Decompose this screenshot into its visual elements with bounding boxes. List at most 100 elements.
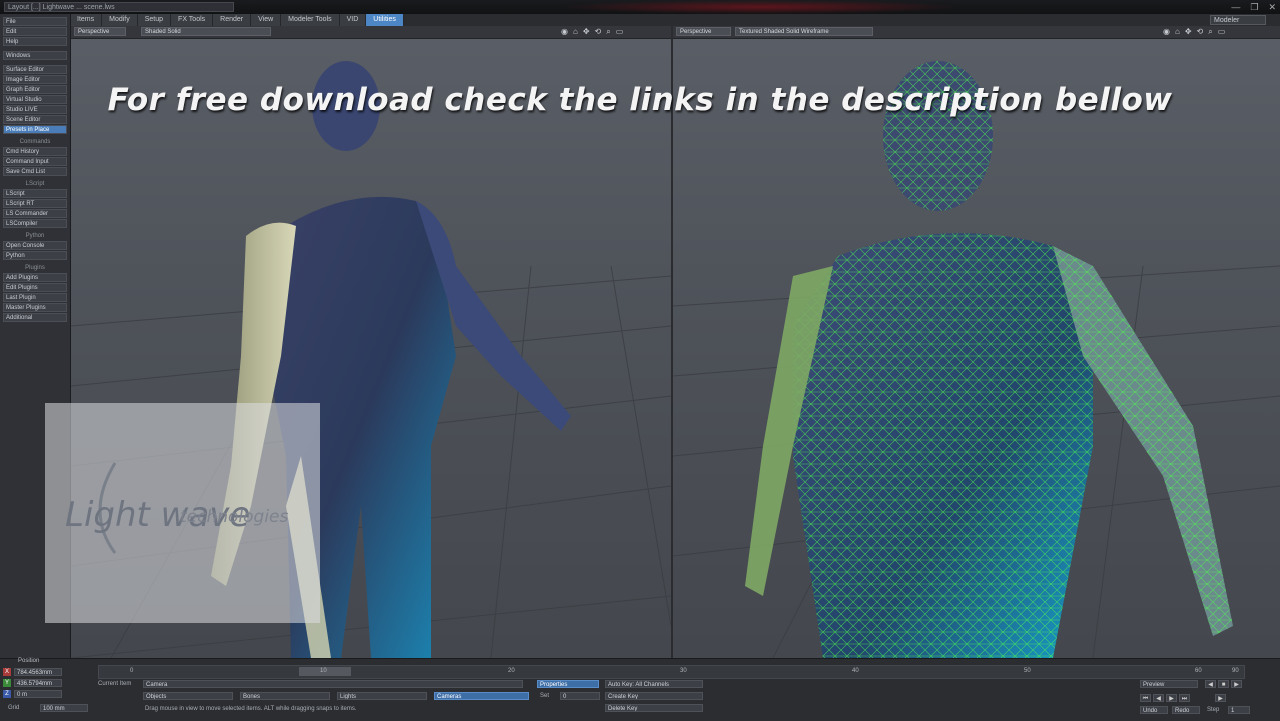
sidebar-item-save-cmd-list[interactable]: Save Cmd List xyxy=(3,167,67,176)
position-label: Position xyxy=(18,658,40,664)
current-item-dropdown[interactable]: Camera xyxy=(143,680,523,688)
tick-label: 50 xyxy=(1024,668,1031,674)
tab-view[interactable]: View xyxy=(251,14,282,26)
sidebar-heading-plugins: Plugins xyxy=(25,265,45,271)
minimize-button[interactable]: — xyxy=(1231,2,1240,13)
render-mode-dropdown[interactable]: Textured Shaded Solid Wireframe xyxy=(735,27,873,36)
render-mode-dropdown[interactable]: Shaded Solid xyxy=(141,27,271,36)
rotate-icon[interactable]: ⟲ xyxy=(595,26,602,38)
maximize-view-icon[interactable]: ▭ xyxy=(616,26,624,38)
sidebar-item-cmd-history[interactable]: Cmd History xyxy=(3,147,67,156)
document-title: Layout [...] Lightwave ... scene.lws xyxy=(4,2,234,12)
sidebar-item-surface-editor[interactable]: Surface Editor xyxy=(3,65,67,74)
preview-dropdown[interactable]: Preview xyxy=(1140,680,1198,688)
sidebar-item-command-input[interactable]: Command Input xyxy=(3,157,67,166)
sidebar-item-master-plugins[interactable]: Master Plugins xyxy=(3,303,67,312)
play-button[interactable]: ▶ xyxy=(1215,694,1226,702)
sidebar-item-presets[interactable]: Presets in Place xyxy=(3,125,67,134)
camera-icon[interactable]: ◉ xyxy=(1163,26,1170,38)
first-frame-button[interactable]: ⏮ xyxy=(1140,694,1151,702)
lights-button[interactable]: Lights xyxy=(337,692,427,700)
timeline-slider[interactable] xyxy=(98,665,1245,679)
tab-modify[interactable]: Modify xyxy=(102,14,138,26)
maximize-button[interactable]: ❐ xyxy=(1250,2,1258,13)
tab-fx-tools[interactable]: FX Tools xyxy=(171,14,214,26)
home-icon[interactable]: ⌂ xyxy=(573,26,578,38)
character-model-wireframe[interactable] xyxy=(673,26,1280,658)
objects-button[interactable]: Objects xyxy=(143,692,233,700)
viewport-left-icons: ◉ ⌂ ✥ ⟲ ⌕ ▭ xyxy=(561,26,623,38)
sidebar-item-additional[interactable]: Additional xyxy=(3,313,67,322)
play-back-button[interactable]: ◀ xyxy=(1205,680,1216,688)
sidebar-item-help[interactable]: Help xyxy=(3,37,67,46)
sidebar-item-file[interactable]: File xyxy=(3,17,67,26)
delete-key-button[interactable]: Delete Key xyxy=(605,704,703,712)
view-type-dropdown[interactable]: Perspective xyxy=(676,27,731,36)
tab-utilities[interactable]: Utilities xyxy=(366,14,404,26)
autokey-dropdown[interactable]: Auto Key: All Channels xyxy=(605,680,703,688)
cameras-button[interactable]: Cameras xyxy=(434,692,529,700)
grid-size-field[interactable]: 100 mm xyxy=(40,704,88,712)
camera-icon[interactable]: ◉ xyxy=(561,26,568,38)
view-type-dropdown[interactable]: Perspective xyxy=(74,27,126,36)
prev-key-button[interactable]: ◀ xyxy=(1153,694,1164,702)
tab-vid[interactable]: VID xyxy=(339,14,367,26)
tab-setup[interactable]: Setup xyxy=(137,14,172,26)
redo-button[interactable]: Redo xyxy=(1172,706,1200,714)
move-icon[interactable]: ✥ xyxy=(583,26,590,38)
logo-sub-text: technologies xyxy=(180,507,289,527)
move-icon[interactable]: ✥ xyxy=(1185,26,1192,38)
tab-render[interactable]: Render xyxy=(213,14,252,26)
play-forward-button[interactable]: ▶ xyxy=(1231,680,1242,688)
rotate-icon[interactable]: ⟲ xyxy=(1197,26,1204,38)
modeler-switch-button[interactable]: Modeler xyxy=(1210,15,1266,25)
window-controls: — ❐ ✕ xyxy=(1231,2,1276,13)
overlay-caption: For free download check the links in the… xyxy=(107,82,1173,118)
sidebar-item-last-plugin[interactable]: Last Plugin xyxy=(3,293,67,302)
sidebar-item-edit[interactable]: Edit xyxy=(3,27,67,36)
sidebar-item-windows[interactable]: Windows xyxy=(3,51,67,60)
zoom-icon[interactable]: ⌕ xyxy=(1208,26,1212,38)
set-field[interactable]: 0 xyxy=(560,692,600,700)
create-key-button[interactable]: Create Key xyxy=(605,692,703,700)
tick-label: 20 xyxy=(508,668,515,674)
tab-modeler-tools[interactable]: Modeler Tools xyxy=(281,14,340,26)
sidebar-item-edit-plugins[interactable]: Edit Plugins xyxy=(3,283,67,292)
zoom-icon[interactable]: ⌕ xyxy=(606,26,610,38)
properties-button[interactable]: Properties xyxy=(537,680,599,688)
sidebar-item-open-console[interactable]: Open Console xyxy=(3,241,67,250)
sidebar-item-python[interactable]: Python xyxy=(3,251,67,260)
stop-button[interactable]: ■ xyxy=(1218,680,1229,688)
viewport-right-icons: ◉ ⌂ ✥ ⟲ ⌕ ▭ xyxy=(1163,26,1225,38)
tab-items[interactable]: Items xyxy=(70,14,103,26)
z-axis-icon: Z xyxy=(3,690,11,698)
last-frame-button[interactable]: ⏭ xyxy=(1179,694,1190,702)
tick-label: 30 xyxy=(680,668,687,674)
status-hint: Drag mouse in view to move selected item… xyxy=(145,706,357,712)
bones-button[interactable]: Bones xyxy=(240,692,330,700)
tick-label: 90 xyxy=(1232,668,1239,674)
current-item-label: Current Item xyxy=(98,681,132,687)
torso-wire xyxy=(793,233,1093,658)
menu-tabs: Items Modify Setup FX Tools Render View … xyxy=(70,14,404,26)
sidebar-item-lscript[interactable]: LScript xyxy=(3,189,67,198)
next-key-button[interactable]: ▶ xyxy=(1166,694,1177,702)
viewport-right-header: Perspective Textured Shaded Solid Wirefr… xyxy=(673,26,1280,39)
title-glow xyxy=(560,0,960,14)
sidebar-item-lscript-rt[interactable]: LScript RT xyxy=(3,199,67,208)
tick-label: 40 xyxy=(852,668,859,674)
close-button[interactable]: ✕ xyxy=(1268,2,1276,13)
tick-label: 60 xyxy=(1195,668,1202,674)
position-x-field[interactable]: 784.4563mm xyxy=(14,668,62,676)
sidebar-item-ls-commander[interactable]: LS Commander xyxy=(3,209,67,218)
sidebar-heading-commands: Commands xyxy=(19,139,51,145)
sidebar-item-add-plugins[interactable]: Add Plugins xyxy=(3,273,67,282)
position-z-field[interactable]: 0 m xyxy=(14,690,62,698)
position-y-field[interactable]: 436.5794mm xyxy=(14,679,62,687)
home-icon[interactable]: ⌂ xyxy=(1175,26,1180,38)
viewport-right[interactable]: Perspective Textured Shaded Solid Wirefr… xyxy=(673,26,1280,658)
undo-button[interactable]: Undo xyxy=(1140,706,1168,714)
maximize-view-icon[interactable]: ▭ xyxy=(1218,26,1226,38)
sidebar-item-lscompiler[interactable]: LSCompiler xyxy=(3,219,67,228)
step-field[interactable]: 1 xyxy=(1228,706,1250,714)
